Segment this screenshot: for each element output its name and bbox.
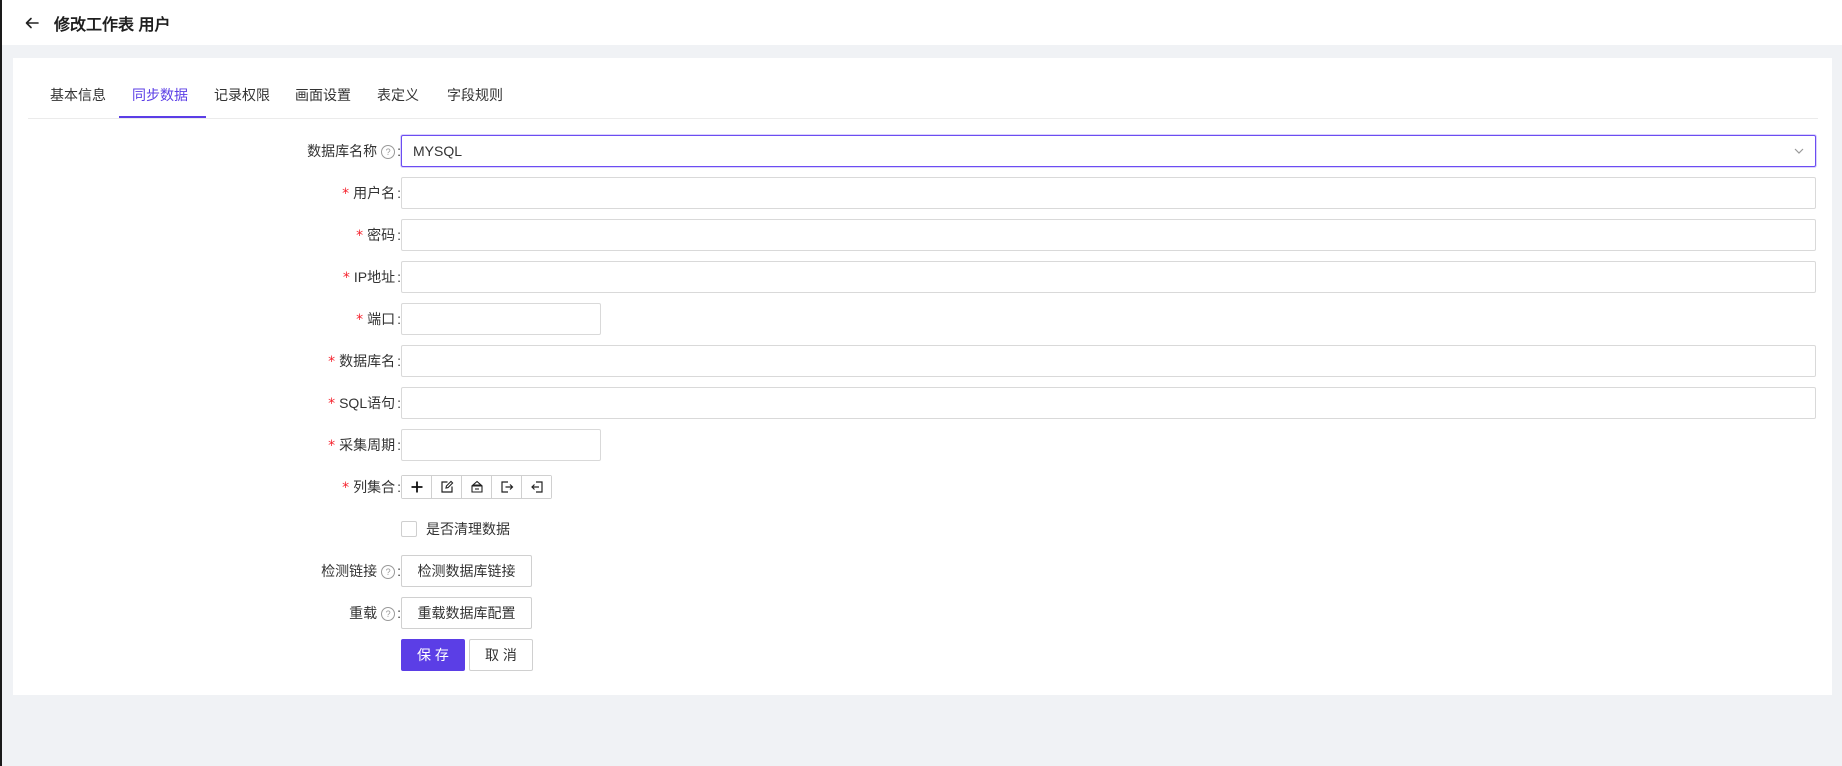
clean-data-label[interactable]: 是否清理数据	[426, 513, 510, 545]
db-name-label: * 数据库名:	[328, 353, 401, 370]
export-icon	[530, 481, 543, 493]
ip-input[interactable]	[401, 261, 1816, 293]
port-label: * 端口:	[356, 311, 401, 328]
columns-toolbar	[401, 475, 552, 499]
plus-icon	[411, 481, 422, 493]
row-sql: * SQL语句:	[13, 387, 1832, 419]
help-icon[interactable]: ?	[381, 145, 396, 159]
reload-label: 重载?:	[349, 605, 401, 621]
sql-input[interactable]	[401, 387, 1816, 419]
tab-field-rules[interactable]: 字段规则	[447, 58, 503, 118]
check-db-link-button[interactable]: 检测数据库链接	[401, 555, 532, 587]
period-input[interactable]	[401, 429, 601, 461]
row-username: * 用户名:	[13, 177, 1832, 209]
columns-label: * 列集合:	[342, 479, 401, 496]
tab-table-definition[interactable]: 表定义	[377, 58, 419, 118]
row-ip: * IP地址:	[13, 261, 1832, 293]
password-input[interactable]	[401, 219, 1816, 251]
edit-column-button[interactable]	[432, 476, 462, 498]
tab-sync-data[interactable]: 同步数据	[132, 58, 188, 118]
db-type-value: MYSQL	[413, 143, 463, 159]
row-port: * 端口:	[13, 303, 1832, 335]
back-button[interactable]	[22, 13, 42, 33]
row-reload: 重载?: 重载数据库配置	[13, 597, 1832, 629]
window-edge	[0, 0, 2, 766]
top-bar: 修改工作表 用户	[2, 0, 1842, 45]
chevron-down-icon	[1794, 148, 1804, 154]
sort-column-button[interactable]	[462, 476, 492, 498]
reload-db-config-button[interactable]: 重载数据库配置	[401, 597, 532, 629]
db-type-label: 数据库名称?:	[307, 143, 401, 159]
help-icon[interactable]: ?	[381, 565, 396, 579]
page-title: 修改工作表 用户	[54, 16, 171, 34]
tab-record-permission[interactable]: 记录权限	[214, 58, 270, 118]
sort-icon	[470, 480, 483, 493]
main-card: 基本信息 同步数据 记录权限 画面设置 表定义 字段规则 数据库名称?: MYS…	[13, 58, 1832, 695]
export-column-button[interactable]	[522, 476, 551, 498]
row-check-link: 检测链接?: 检测数据库链接	[13, 555, 1832, 587]
row-columns: * 列集合:	[13, 471, 1832, 503]
row-period: * 采集周期:	[13, 429, 1832, 461]
save-button[interactable]: 保 存	[401, 639, 465, 671]
import-icon	[500, 481, 513, 493]
row-clean: 是否清理数据	[13, 513, 1832, 545]
active-tab-indicator	[119, 116, 206, 118]
password-label: * 密码:	[356, 227, 401, 244]
clean-data-checkbox[interactable]	[401, 521, 417, 537]
edit-icon	[440, 480, 453, 493]
ip-label: * IP地址:	[342, 269, 401, 286]
row-db-type: 数据库名称?: MYSQL	[13, 135, 1832, 167]
arrow-left-icon	[25, 17, 39, 28]
period-label: * 采集周期:	[328, 437, 401, 454]
sql-label: * SQL语句:	[328, 395, 401, 412]
tab-bar: 基本信息 同步数据 记录权限 画面设置 表定义 字段规则	[28, 58, 1818, 119]
row-password: * 密码:	[13, 219, 1832, 251]
cancel-button[interactable]: 取 消	[469, 639, 533, 671]
username-input[interactable]	[401, 177, 1816, 209]
port-input[interactable]	[401, 303, 601, 335]
check-link-label: 检测链接?:	[321, 563, 401, 579]
row-db-name: * 数据库名:	[13, 345, 1832, 377]
username-label: * 用户名:	[342, 185, 401, 202]
import-column-button[interactable]	[492, 476, 522, 498]
db-name-input[interactable]	[401, 345, 1816, 377]
db-type-select[interactable]: MYSQL	[401, 135, 1816, 167]
add-column-button[interactable]	[402, 476, 432, 498]
row-actions: 保 存 取 消	[13, 639, 1832, 671]
tab-screen-settings[interactable]: 画面设置	[295, 58, 351, 118]
help-icon[interactable]: ?	[381, 607, 396, 621]
tab-basic-info[interactable]: 基本信息	[50, 58, 106, 118]
